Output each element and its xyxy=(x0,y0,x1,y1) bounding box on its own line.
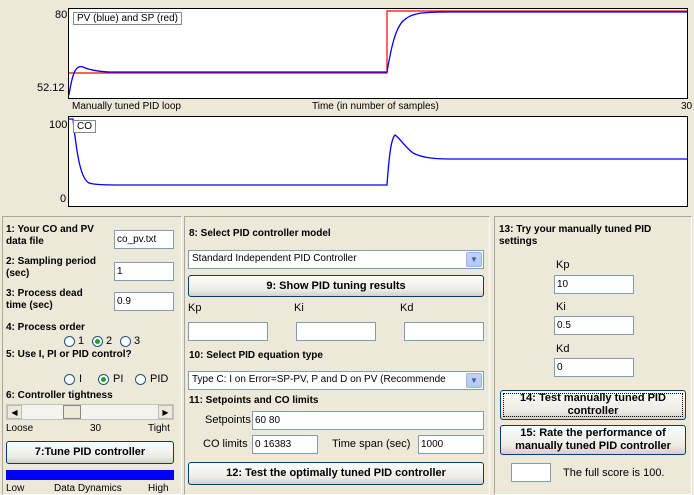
time-span-input[interactable]: 1000 xyxy=(418,435,484,454)
control-type-label: 5: Use I, PI or PID control? xyxy=(6,349,132,360)
dead-time-input[interactable]: 0.9 xyxy=(114,292,174,311)
plot1-ymin: 52.12 xyxy=(37,82,65,94)
setpoints-label: Setpoints xyxy=(205,414,251,426)
plot1-xmax: 30 xyxy=(681,101,693,112)
dropdown-arrow-icon[interactable]: ▼ xyxy=(466,252,482,267)
dynamics-label: Data Dynamics xyxy=(54,483,122,494)
plot1-xlabel: Time (in number of samples) xyxy=(312,101,439,112)
data-file-label: 1: Your CO and PV data file xyxy=(6,224,94,247)
model-select[interactable]: Standard Independent PID Controller ▼ xyxy=(188,250,484,269)
sampling-period-label: 2: Sampling period (sec) xyxy=(6,256,97,279)
kp-label: Kp xyxy=(188,302,202,314)
dead-time-label: 3: Process dead time (sec) xyxy=(6,288,83,311)
co-line xyxy=(69,118,687,186)
time-span-label: Time span (sec) xyxy=(332,438,411,450)
try-manual-label: 13: Try your manually tuned PID settings xyxy=(499,224,652,247)
kd-result-field[interactable] xyxy=(404,322,484,341)
tightness-slider[interactable]: ◀ ▶ xyxy=(6,404,174,420)
manual-ki-label: Ki xyxy=(556,301,566,313)
slider-right-arrow[interactable]: ▶ xyxy=(158,405,173,419)
model-select-value: Standard Independent PID Controller xyxy=(192,253,357,264)
kd-label: Kd xyxy=(400,302,414,314)
manual-kp-label: Kp xyxy=(556,259,570,271)
dynamics-high: High xyxy=(148,483,169,494)
setpoints-limits-label: 11: Setpoints and CO limits xyxy=(189,395,319,406)
co-limits-input[interactable]: 0 16383 xyxy=(252,435,318,454)
test-optimal-button[interactable]: 12: Test the optimally tuned PID control… xyxy=(188,462,484,485)
order-radio-2[interactable] xyxy=(92,336,103,347)
control-option-pid: PID xyxy=(150,373,169,385)
order-option-2: 2 xyxy=(106,335,113,347)
control-radio-pi[interactable] xyxy=(98,374,109,385)
plot1-ymax: 80 xyxy=(55,9,68,21)
kp-result-field[interactable] xyxy=(188,322,268,341)
setpoints-input[interactable]: 60 80 xyxy=(252,411,484,430)
manual-kd-label: Kd xyxy=(556,343,570,355)
score-input[interactable] xyxy=(511,463,551,482)
plot1-caption: Manually tuned PID loop xyxy=(72,101,181,112)
top-strip xyxy=(0,0,694,6)
plot2-svg xyxy=(69,118,687,186)
order-option-1: 1 xyxy=(78,335,85,347)
process-order-label: 4: Process order xyxy=(6,322,85,333)
plot1-area: PV (blue) and SP (red) xyxy=(68,8,688,99)
ki-label: Ki xyxy=(294,302,304,314)
test-manual-button[interactable]: 14: Test manually tuned PID controller xyxy=(500,390,686,420)
dropdown-arrow-icon[interactable]: ▼ xyxy=(466,373,482,388)
tune-pid-button[interactable]: 7:Tune PID controller xyxy=(6,441,174,464)
slider-left-arrow[interactable]: ◀ xyxy=(7,405,22,419)
tightness-loose: Loose xyxy=(6,423,34,434)
control-radio-i[interactable] xyxy=(64,374,75,385)
control-radio-pid[interactable] xyxy=(135,374,146,385)
dynamics-low: Low xyxy=(6,483,25,494)
tightness-label: 6: Controller tightness xyxy=(6,390,113,401)
equation-type-select[interactable]: Type C: I on Error=SP-PV, P and D on PV … xyxy=(188,371,484,390)
ki-result-field[interactable] xyxy=(296,322,376,341)
co-limits-label: CO limits xyxy=(203,438,248,450)
data-dynamics-bar xyxy=(6,470,174,480)
plot2-ymax: 100 xyxy=(49,119,68,131)
equation-type-label: 10: Select PID equation type xyxy=(189,350,323,361)
rate-performance-button[interactable]: 15: Rate the performance of manually tun… xyxy=(500,425,686,455)
order-radio-3[interactable] xyxy=(120,336,131,347)
order-option-3: 3 xyxy=(134,335,141,347)
manual-kp-input[interactable]: 10 xyxy=(554,275,634,294)
slider-thumb[interactable] xyxy=(63,405,81,419)
manual-kd-input[interactable]: 0 xyxy=(554,358,634,377)
control-option-i: I xyxy=(79,373,83,385)
equation-type-value: Type C: I on Error=SP-PV, P and D on PV … xyxy=(192,374,446,385)
manual-ki-input[interactable]: 0.5 xyxy=(554,316,634,335)
control-option-pi: PI xyxy=(113,373,124,385)
sampling-period-input[interactable]: 1 xyxy=(114,262,174,281)
plot2-co-series xyxy=(69,118,687,186)
show-tuning-button[interactable]: 9: Show PID tuning results xyxy=(188,275,484,297)
plot2-ymin: 0 xyxy=(60,193,67,205)
data-file-input[interactable]: co_pv.txt xyxy=(114,230,174,249)
order-radio-1[interactable] xyxy=(64,336,75,347)
plot2-area: CO xyxy=(68,116,688,207)
tightness-value: 30 xyxy=(90,423,102,434)
full-score-text: The full score is 100. xyxy=(563,467,665,479)
plot1-legend: PV (blue) and SP (red) xyxy=(73,12,182,25)
model-label: 8: Select PID controller model xyxy=(189,228,331,239)
plot2-legend: CO xyxy=(73,120,96,133)
tightness-tight: Tight xyxy=(148,423,170,434)
